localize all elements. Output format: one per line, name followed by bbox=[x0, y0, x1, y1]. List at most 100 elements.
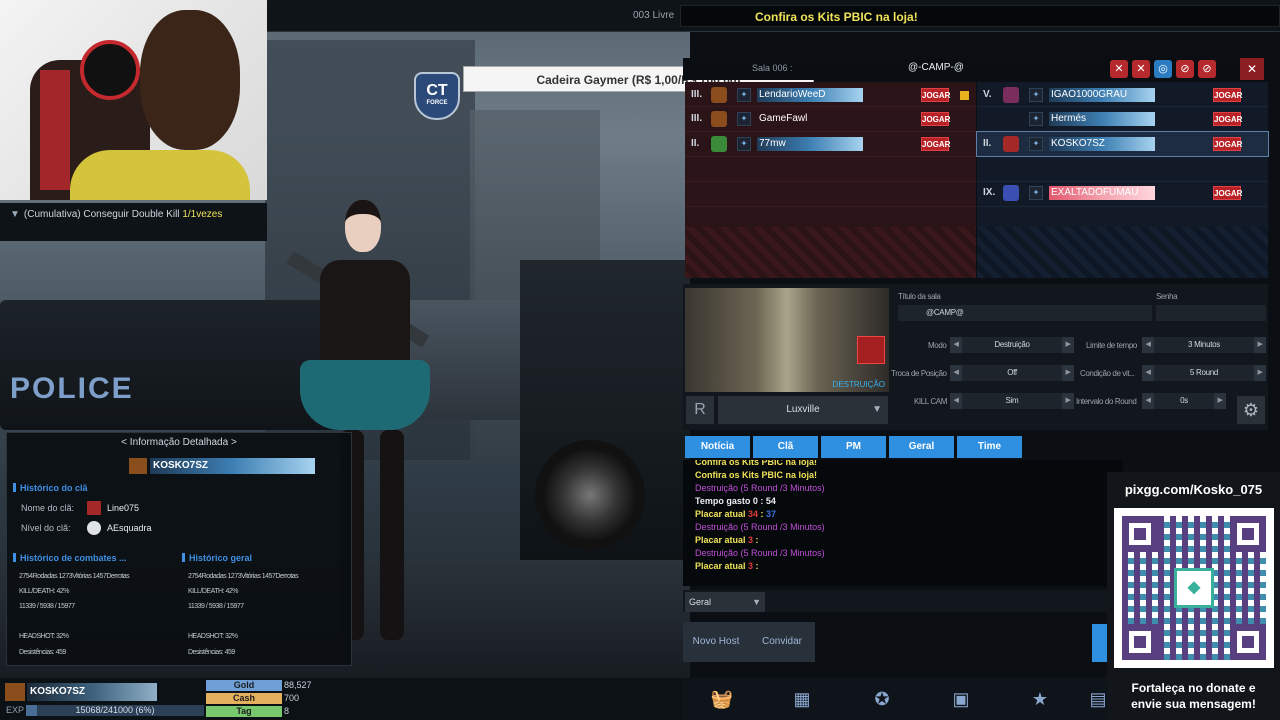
chat-line: Confira os Kits PBIC na loja! bbox=[695, 470, 818, 480]
general-stats-kd: KILL/DEATH: 42% bbox=[188, 588, 238, 595]
arrow-left-icon[interactable]: ◀ bbox=[950, 365, 962, 381]
jogar-button[interactable]: JOGAR bbox=[921, 88, 950, 102]
tab-cla[interactable]: Clã bbox=[753, 436, 818, 458]
team-slot[interactable]: V. ✦ IGAO1000GRAU JOGAR bbox=[977, 83, 1268, 107]
gear-icon[interactable]: ⚙ bbox=[1237, 396, 1265, 424]
time-limit-select[interactable]: ◀ 3 Minutos ▶ bbox=[1142, 337, 1266, 353]
arrow-left-icon[interactable]: ◀ bbox=[1142, 365, 1154, 381]
character-head bbox=[345, 200, 381, 252]
character-leg bbox=[380, 430, 404, 640]
killcam-select[interactable]: ◀ Sim ▶ bbox=[950, 393, 1074, 409]
password-field[interactable] bbox=[1156, 305, 1266, 321]
clan-emblem-icon bbox=[87, 501, 101, 515]
chat-mode: Destruição bbox=[695, 483, 739, 493]
swap-select[interactable]: ◀ Off ▶ bbox=[950, 365, 1074, 381]
mode-select[interactable]: ◀ Destruição ▶ bbox=[950, 337, 1074, 353]
arrow-left-icon[interactable]: ◀ bbox=[950, 337, 962, 353]
arrow-left-icon[interactable]: ◀ bbox=[950, 393, 962, 409]
mission-tracker[interactable]: ▼ (Cumulativa) Conseguir Double Kill 1/1v… bbox=[0, 203, 267, 241]
chat-line: Placar atual 3 : bbox=[695, 534, 1111, 547]
inventory-icon[interactable]: ▦ bbox=[788, 686, 816, 712]
arrow-right-icon[interactable]: ▶ bbox=[1062, 337, 1074, 353]
headset-icon bbox=[80, 40, 140, 100]
team-slot[interactable]: IX. ✦ EXALTADOFUMAU JOGAR bbox=[977, 181, 1268, 205]
profile-card-icon[interactable]: ▣ bbox=[947, 686, 975, 712]
arrow-left-icon[interactable]: ◀ bbox=[1142, 337, 1154, 353]
arrow-right-icon[interactable]: ▶ bbox=[1062, 365, 1074, 381]
rank-label: II. bbox=[983, 138, 992, 149]
chat-mode: Destruição bbox=[695, 548, 739, 558]
jogar-button[interactable]: JOGAR bbox=[921, 112, 950, 126]
detail-header: < Informação Detalhada > bbox=[121, 437, 237, 448]
new-host-button[interactable]: Novo Host bbox=[683, 622, 749, 662]
shop-basket-icon[interactable]: 🧺 bbox=[708, 686, 736, 712]
globe-icon[interactable]: ◎ bbox=[1154, 60, 1172, 78]
clan-icon[interactable]: ✪ bbox=[868, 686, 896, 712]
ct-badge-sub: FORCE bbox=[426, 100, 448, 106]
team-slot[interactable]: III. ✦ GameFawl JOGAR bbox=[685, 107, 976, 131]
missions-icon[interactable]: ★ bbox=[1026, 686, 1054, 712]
cash-value: 700 bbox=[284, 693, 300, 703]
general-stats-headshot: HEADSHOT: 32% bbox=[188, 633, 238, 640]
random-map-button[interactable]: R bbox=[686, 396, 714, 424]
avatar: ✦ bbox=[737, 88, 751, 102]
restriction-icon[interactable]: ⊘ bbox=[1176, 60, 1194, 78]
webcam-chair-stripe bbox=[40, 70, 70, 190]
arrow-right-icon[interactable]: ▶ bbox=[1254, 365, 1266, 381]
chevron-down-icon: ▼ bbox=[752, 597, 761, 607]
chat-line: Destruição (5 Round /3 Minutos) bbox=[695, 521, 1111, 534]
clan-emblem-icon bbox=[711, 87, 727, 103]
restriction-icon[interactable]: ✕ bbox=[1110, 60, 1128, 78]
clan-emblem-icon bbox=[129, 458, 147, 474]
donation-link: pixgg.com/Kosko_075 bbox=[1124, 482, 1263, 497]
jogar-button[interactable]: JOGAR bbox=[1213, 88, 1242, 102]
team-slot[interactable]: II. ✦ 77mw JOGAR bbox=[685, 132, 976, 156]
team-slot-selected[interactable]: II. ✦ KOSKO7SZ JOGAR bbox=[976, 131, 1269, 157]
player-name: IGAO1000GRAU bbox=[1049, 88, 1155, 102]
team-slot[interactable]: III. ✦ LendarioWeeD JOGAR bbox=[685, 83, 976, 107]
exit-room-icon[interactable]: ✕ bbox=[1240, 58, 1264, 80]
chat-score-sep: : bbox=[753, 535, 759, 545]
team-slot[interactable]: ✦ Hermés JOGAR bbox=[977, 107, 1268, 131]
arrow-right-icon[interactable]: ▶ bbox=[1214, 393, 1226, 409]
mission-text: (Cumulativa) Conseguir Double Kill bbox=[23, 209, 183, 220]
jogar-button[interactable]: JOGAR bbox=[1213, 137, 1242, 151]
arrow-left-icon[interactable]: ◀ bbox=[1142, 393, 1154, 409]
tab-time[interactable]: Time bbox=[957, 436, 1022, 458]
player-name: LendarioWeeD bbox=[757, 88, 863, 102]
map-select[interactable]: Luxville ▼ bbox=[718, 396, 888, 424]
invite-button[interactable]: Convidar bbox=[749, 622, 815, 662]
restriction-icon[interactable]: ⊘ bbox=[1198, 60, 1216, 78]
tab-noticia[interactable]: Notícia bbox=[685, 436, 750, 458]
room-title-field[interactable]: @CAMP@ bbox=[898, 305, 1152, 321]
chat-channel-value: Geral bbox=[689, 597, 712, 607]
jogar-button[interactable]: JOGAR bbox=[1213, 186, 1242, 200]
arrow-right-icon[interactable]: ▶ bbox=[1062, 393, 1074, 409]
chat-log[interactable]: Confira os Kits PBIC na loja! Confira os… bbox=[683, 460, 1123, 586]
round-interval-select[interactable]: ◀ 0s ▶ bbox=[1142, 393, 1226, 409]
gold-value: 88,527 bbox=[284, 680, 312, 690]
webcam-person bbox=[140, 10, 240, 150]
avatar: ✦ bbox=[1029, 88, 1043, 102]
tab-geral[interactable]: Geral bbox=[889, 436, 954, 458]
jogar-button[interactable]: JOGAR bbox=[921, 137, 950, 151]
clan-level-label: Nível do clã: bbox=[21, 523, 71, 533]
streamer-webcam bbox=[0, 0, 267, 200]
donation-message-line1: Fortaleça no donate e bbox=[1131, 681, 1256, 695]
chat-line: Placar atual 3 : bbox=[695, 560, 1111, 573]
arrow-right-icon[interactable]: ▶ bbox=[1254, 337, 1266, 353]
exp-label: EXP bbox=[6, 705, 25, 715]
chat-line: Destruição (5 Round /3 Minutos) bbox=[695, 482, 1111, 495]
chat-channel-select[interactable]: Geral ▼ bbox=[685, 592, 765, 612]
chevron-down-icon[interactable]: ▼ bbox=[10, 209, 20, 220]
chevron-down-icon: ▼ bbox=[872, 404, 882, 415]
chat-tabs: Notícia Clã PM Geral Time bbox=[685, 436, 1022, 458]
police-van-text: POLICE bbox=[10, 372, 134, 405]
chat-score-sep: : bbox=[758, 509, 767, 519]
combat-history-title: Histórico de combates ... bbox=[13, 553, 127, 563]
tab-pm[interactable]: PM bbox=[821, 436, 886, 458]
restriction-icon[interactable]: ✕ bbox=[1132, 60, 1150, 78]
jogar-button[interactable]: JOGAR bbox=[1213, 112, 1242, 126]
general-stats-kills: 11339 / 5938 / 15977 bbox=[188, 603, 244, 610]
win-condition-select[interactable]: ◀ 5 Round ▶ bbox=[1142, 365, 1266, 381]
